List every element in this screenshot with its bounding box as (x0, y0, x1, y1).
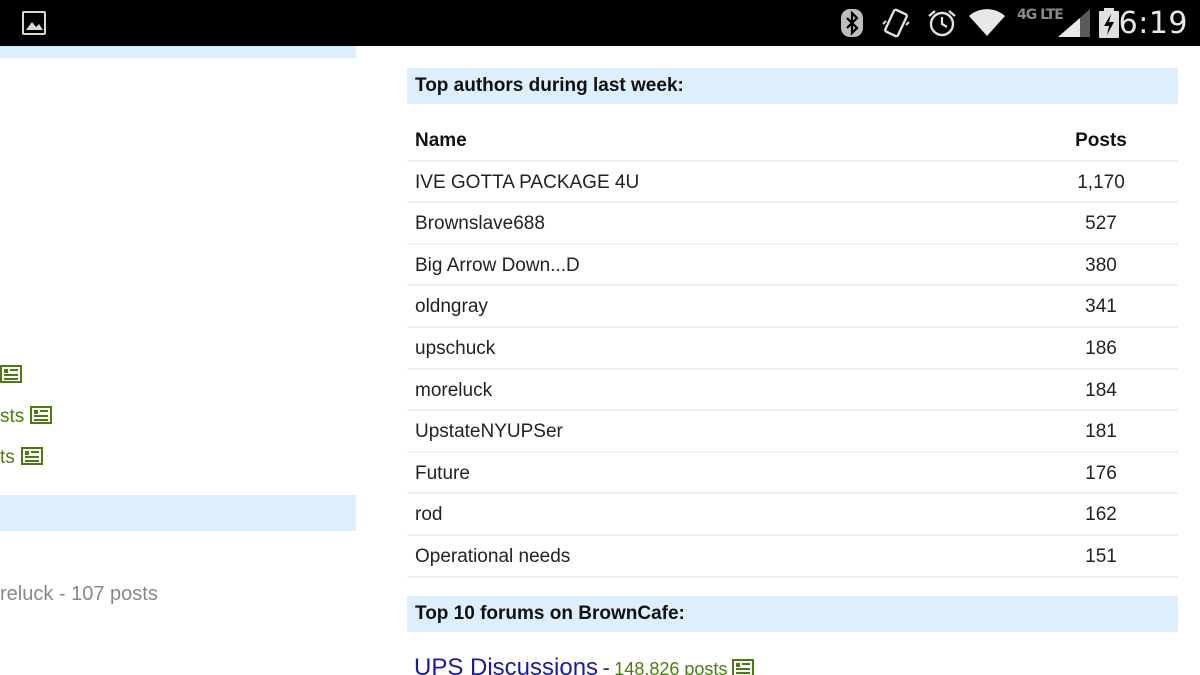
author-post-count: 184 (1085, 379, 1117, 401)
table-row[interactable]: Future 176 (407, 453, 1178, 495)
author-post-count: 527 (1085, 213, 1117, 235)
author-name[interactable]: upschuck (415, 328, 495, 369)
bluetooth-icon (841, 9, 863, 37)
document-list-icon[interactable] (20, 447, 43, 465)
signal-icon (1058, 9, 1090, 37)
left-forum-link-3[interactable]: ts (0, 447, 43, 469)
author-name[interactable]: IVE GOTTA PACKAGE 4U (415, 162, 639, 203)
left-forum-link-1[interactable] (0, 365, 22, 387)
forum-separator: - (602, 655, 610, 675)
forum-list-item[interactable]: UPS Discussions - 148,826 posts (414, 654, 754, 675)
author-post-count: 151 (1085, 545, 1117, 567)
left-section-header-bar (0, 495, 356, 531)
status-bar: 4G LTE 6:19 (0, 0, 1200, 46)
left-column: sts ts reluck - 107 posts (0, 46, 356, 675)
author-name[interactable]: Big Arrow Down...D (415, 245, 580, 286)
author-post-count: 1,170 (1077, 171, 1125, 193)
table-row[interactable]: Big Arrow Down...D 380 (407, 245, 1178, 287)
top-authors-header: Top authors during last week: (407, 68, 1178, 104)
table-row[interactable]: upschuck 186 (407, 328, 1178, 370)
author-post-count: 380 (1085, 254, 1117, 276)
top-authors-table: Name Posts IVE GOTTA PACKAGE 4U 1,170 Br… (407, 120, 1178, 578)
author-name[interactable]: Future (415, 453, 470, 494)
author-post-count: 341 (1085, 296, 1117, 318)
table-row[interactable]: Operational needs 151 (407, 536, 1178, 578)
table-row[interactable]: UpstateNYUPSer 181 (407, 411, 1178, 453)
left-link-text[interactable]: sts (0, 406, 24, 427)
table-row[interactable]: Brownslave688 527 (407, 203, 1178, 245)
main-panel: Top authors during last week: Name Posts… (407, 46, 1178, 675)
table-row[interactable]: oldngray 341 (407, 286, 1178, 328)
table-row[interactable]: IVE GOTTA PACKAGE 4U 1,170 (407, 162, 1178, 204)
author-name[interactable]: rod (415, 494, 442, 535)
author-post-count: 176 (1085, 462, 1117, 484)
document-list-icon[interactable] (0, 365, 22, 383)
author-post-count: 181 (1085, 421, 1117, 443)
document-list-icon[interactable] (30, 406, 53, 424)
author-name[interactable]: UpstateNYUPSer (415, 411, 563, 452)
author-post-count: 162 (1085, 504, 1117, 526)
wifi-icon (969, 9, 1005, 36)
column-header-name: Name (415, 130, 467, 151)
vibrate-icon (882, 8, 910, 38)
clock: 6:19 (1118, 6, 1188, 41)
gallery-icon (22, 11, 46, 35)
left-forum-link-2[interactable]: sts (0, 406, 53, 428)
author-name[interactable]: moreluck (415, 370, 492, 411)
table-row[interactable]: rod 162 (407, 494, 1178, 536)
column-header-posts: Posts (1075, 130, 1127, 151)
author-post-count: 186 (1085, 337, 1117, 359)
author-name[interactable]: Brownslave688 (415, 203, 545, 244)
forum-post-count[interactable]: 148,826 posts (614, 659, 727, 675)
document-list-icon[interactable] (731, 659, 754, 675)
table-header-row: Name Posts (407, 120, 1178, 162)
battery-charging-icon (1099, 8, 1119, 38)
forum-link[interactable]: UPS Discussions (414, 654, 598, 675)
left-link-text[interactable]: ts (0, 447, 15, 468)
table-row[interactable]: moreluck 184 (407, 370, 1178, 412)
author-name[interactable]: Operational needs (415, 536, 570, 577)
left-top-author-text: reluck - 107 posts (0, 583, 158, 605)
author-name[interactable]: oldngray (415, 286, 488, 327)
top-forums-header: Top 10 forums on BrownCafe: (407, 596, 1178, 632)
alarm-icon (928, 10, 956, 37)
left-section-header-bar (0, 46, 356, 58)
